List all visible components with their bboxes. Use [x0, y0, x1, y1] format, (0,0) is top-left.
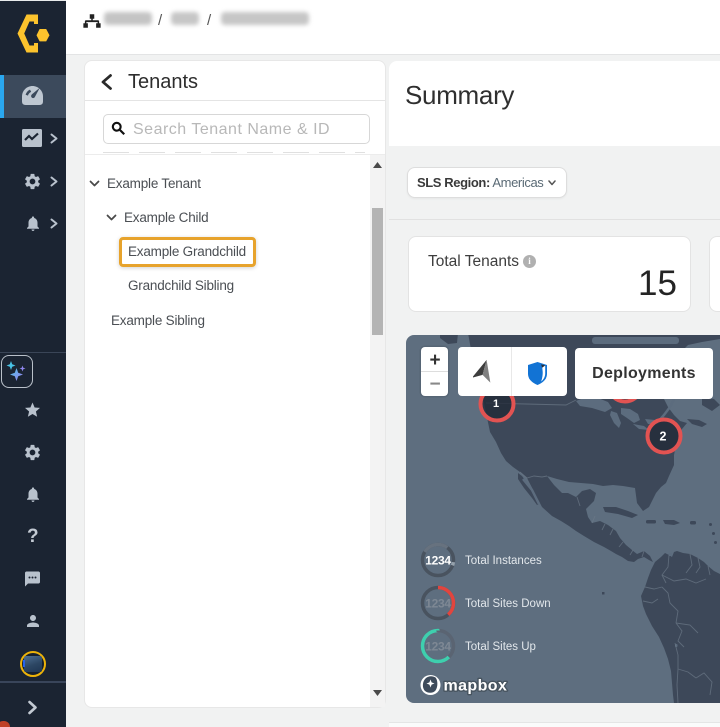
svg-text:Total Instances: Total Instances — [465, 555, 542, 567]
svg-text:1234: 1234 — [425, 597, 451, 611]
svg-text:mapbox: mapbox — [444, 678, 508, 695]
svg-text:1234: 1234 — [425, 554, 451, 568]
svg-text:Total Sites Down: Total Sites Down — [465, 598, 551, 610]
svg-text:Total Sites Up: Total Sites Up — [465, 641, 536, 653]
svg-text:1: 1 — [493, 398, 499, 410]
svg-text:1234: 1234 — [425, 640, 451, 654]
svg-text:2: 2 — [660, 430, 667, 444]
